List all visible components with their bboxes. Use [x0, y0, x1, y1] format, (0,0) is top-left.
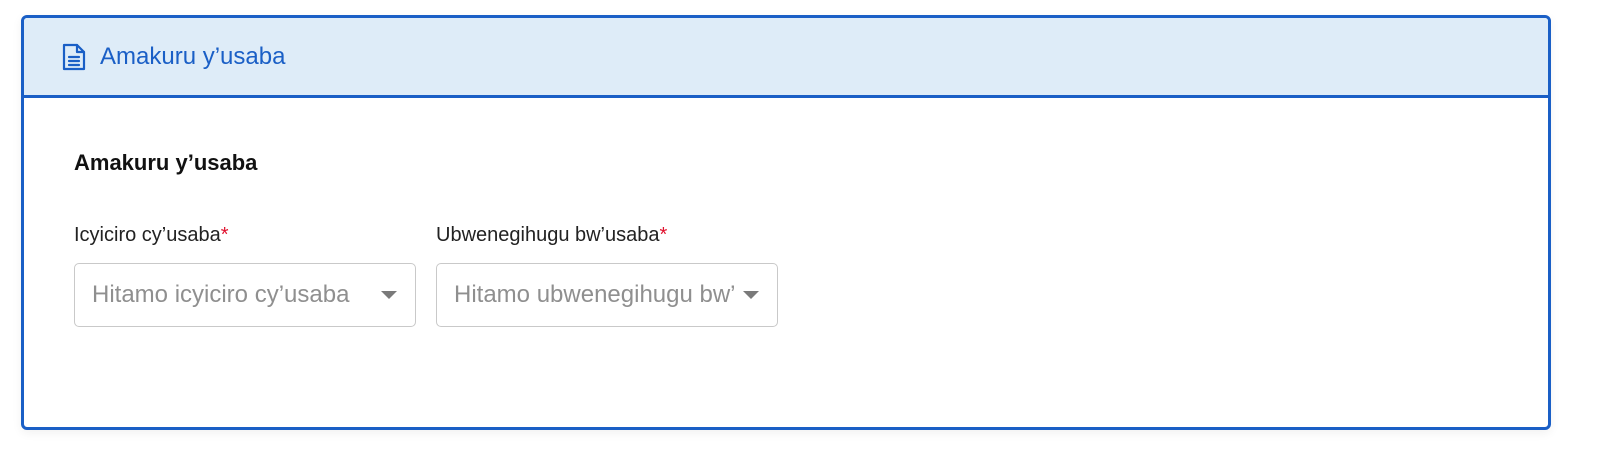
card-header: Amakuru y’usaba — [24, 18, 1548, 98]
applicant-nationality-placeholder: Hitamo ubwenegihugu bw’usaba — [454, 281, 735, 308]
applicant-category-label-text: Icyiciro cy’usaba — [74, 224, 221, 246]
applicant-category-label: Icyiciro cy’usaba* — [74, 224, 416, 247]
caret-down-icon — [381, 291, 397, 299]
applicant-nationality-label: Ubwenegihugu bw’usaba* — [436, 224, 778, 247]
applicant-category-placeholder: Hitamo icyiciro cy’usaba — [92, 281, 350, 308]
applicant-category-field: Icyiciro cy’usaba* Hitamo icyiciro cy’us… — [74, 224, 416, 327]
required-mark: * — [659, 224, 668, 246]
card-header-title: Amakuru y’usaba — [100, 42, 286, 70]
document-icon — [60, 42, 88, 72]
applicant-nationality-select[interactable]: Hitamo ubwenegihugu bw’usaba — [436, 263, 778, 327]
applicant-category-select[interactable]: Hitamo icyiciro cy’usaba — [74, 263, 416, 327]
card-body: Amakuru y’usaba Icyiciro cy’usaba* Hitam… — [24, 98, 1548, 327]
applicant-nationality-label-text: Ubwenegihugu bw’usaba — [436, 224, 660, 246]
required-mark: * — [220, 224, 229, 246]
section-title: Amakuru y’usaba — [74, 150, 258, 175]
form-fields: Icyiciro cy’usaba* Hitamo icyiciro cy’us… — [74, 224, 1548, 327]
applicant-nationality-field: Ubwenegihugu bw’usaba* Hitamo ubwenegihu… — [436, 224, 778, 327]
caret-down-icon — [743, 291, 759, 299]
applicant-info-card: Amakuru y’usaba Amakuru y’usaba Icyiciro… — [21, 15, 1551, 430]
